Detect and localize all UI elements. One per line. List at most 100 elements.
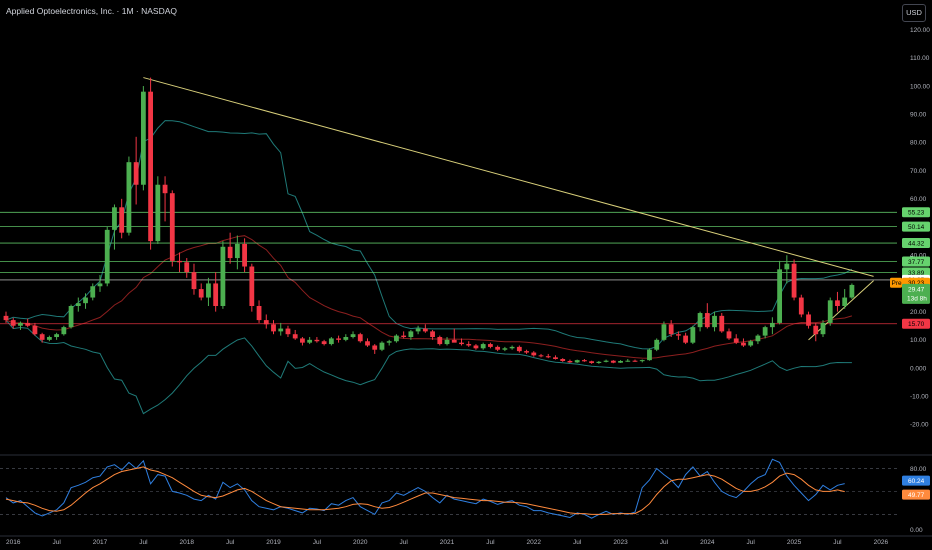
candles	[3, 77, 855, 364]
level-label-text: 55.23	[908, 210, 925, 217]
y-tick-label: 10.00	[910, 337, 927, 344]
candle-body	[97, 283, 103, 287]
candle	[647, 348, 652, 361]
level-label: 37.77	[902, 256, 930, 267]
candle	[437, 335, 443, 346]
candle	[386, 339, 392, 346]
candle	[285, 325, 291, 338]
candle-body	[140, 91, 146, 185]
candle	[610, 360, 616, 364]
candle-body	[408, 331, 414, 338]
candle-body	[422, 328, 428, 332]
candle-body	[712, 315, 717, 328]
candle	[191, 263, 197, 295]
x-tick-label: Jul	[313, 539, 322, 546]
candle-body	[83, 297, 88, 304]
candle-body	[495, 346, 501, 350]
candle	[733, 334, 739, 345]
candle	[654, 338, 660, 352]
candle	[444, 337, 450, 346]
candle-body	[806, 314, 811, 326]
candle-body	[54, 334, 60, 338]
candle-body	[784, 263, 790, 270]
candle	[133, 136, 139, 205]
candle	[639, 359, 645, 363]
y-tick-label: -10.00	[910, 394, 929, 401]
candle	[422, 324, 428, 333]
candle-body	[444, 339, 450, 345]
candle	[582, 359, 587, 362]
candle	[46, 335, 52, 342]
candle-body	[321, 341, 327, 345]
candle	[350, 331, 356, 339]
candle-body	[516, 346, 522, 352]
candle-body	[820, 322, 826, 335]
candle-body	[668, 324, 674, 335]
price-tag-countdown: 13d 8h	[907, 295, 927, 302]
bollinger-bands	[5, 120, 853, 415]
candle	[148, 77, 153, 250]
x-tick-label: 2019	[266, 539, 281, 546]
candle-body	[726, 331, 732, 339]
candle	[256, 300, 262, 323]
x-tick-label: 2025	[787, 539, 802, 546]
level-label-text: 37.77	[908, 259, 925, 266]
candle-body	[133, 162, 139, 185]
candle	[531, 351, 537, 357]
candle-body	[451, 339, 457, 343]
candle-body	[75, 303, 81, 306]
candle-body	[292, 334, 298, 339]
candle	[206, 277, 211, 306]
candle	[524, 349, 529, 354]
candle	[567, 359, 573, 363]
candle-body	[90, 286, 96, 298]
candle	[97, 274, 103, 292]
candle-body	[748, 341, 754, 346]
rsi-pane	[0, 458, 897, 519]
candle	[560, 358, 566, 362]
candle-body	[357, 334, 363, 342]
candle-body	[336, 338, 341, 340]
candle-body	[365, 341, 370, 346]
level-label-text: 50.14	[908, 224, 925, 231]
level-label-text: 15.70	[908, 321, 925, 328]
candle	[835, 291, 840, 312]
candle-body	[473, 345, 479, 349]
candle-body	[589, 361, 595, 363]
x-tick-label: 2020	[353, 539, 368, 546]
candle-body	[386, 341, 392, 343]
candle-body	[256, 306, 262, 321]
candle	[169, 190, 175, 267]
candle	[480, 342, 486, 350]
price-chart[interactable]: 120.00 110.00 100.00 90.00 80.00 70.00 60.00 50…	[0, 0, 932, 550]
candle	[292, 329, 298, 340]
candle	[704, 303, 710, 329]
x-tick-label: 2016	[6, 539, 21, 546]
candle-body	[574, 360, 580, 363]
candle	[177, 252, 182, 273]
candle-body	[271, 324, 276, 332]
y-tick-label: 110.00	[910, 55, 930, 62]
candle	[162, 176, 168, 222]
candle	[502, 346, 508, 352]
candle	[379, 341, 385, 352]
candle	[509, 345, 515, 350]
rsi-value-tag-text: 49.77	[908, 492, 925, 499]
candle-body	[741, 342, 746, 346]
x-tick-label: Jul	[573, 539, 582, 546]
trendline	[808, 280, 874, 341]
candle	[155, 176, 161, 244]
candle	[300, 337, 305, 346]
candle-body	[437, 337, 443, 345]
candle-body	[719, 315, 725, 332]
candle	[25, 318, 31, 328]
candle-body	[220, 246, 226, 306]
candle	[278, 322, 284, 336]
candle	[415, 325, 421, 335]
candle	[249, 263, 255, 312]
candle-body	[538, 355, 544, 357]
y-tick-label: 60.00	[910, 196, 927, 203]
candle	[827, 297, 833, 326]
y-tick-label: 100.00	[910, 83, 930, 90]
candle-body	[798, 297, 804, 315]
